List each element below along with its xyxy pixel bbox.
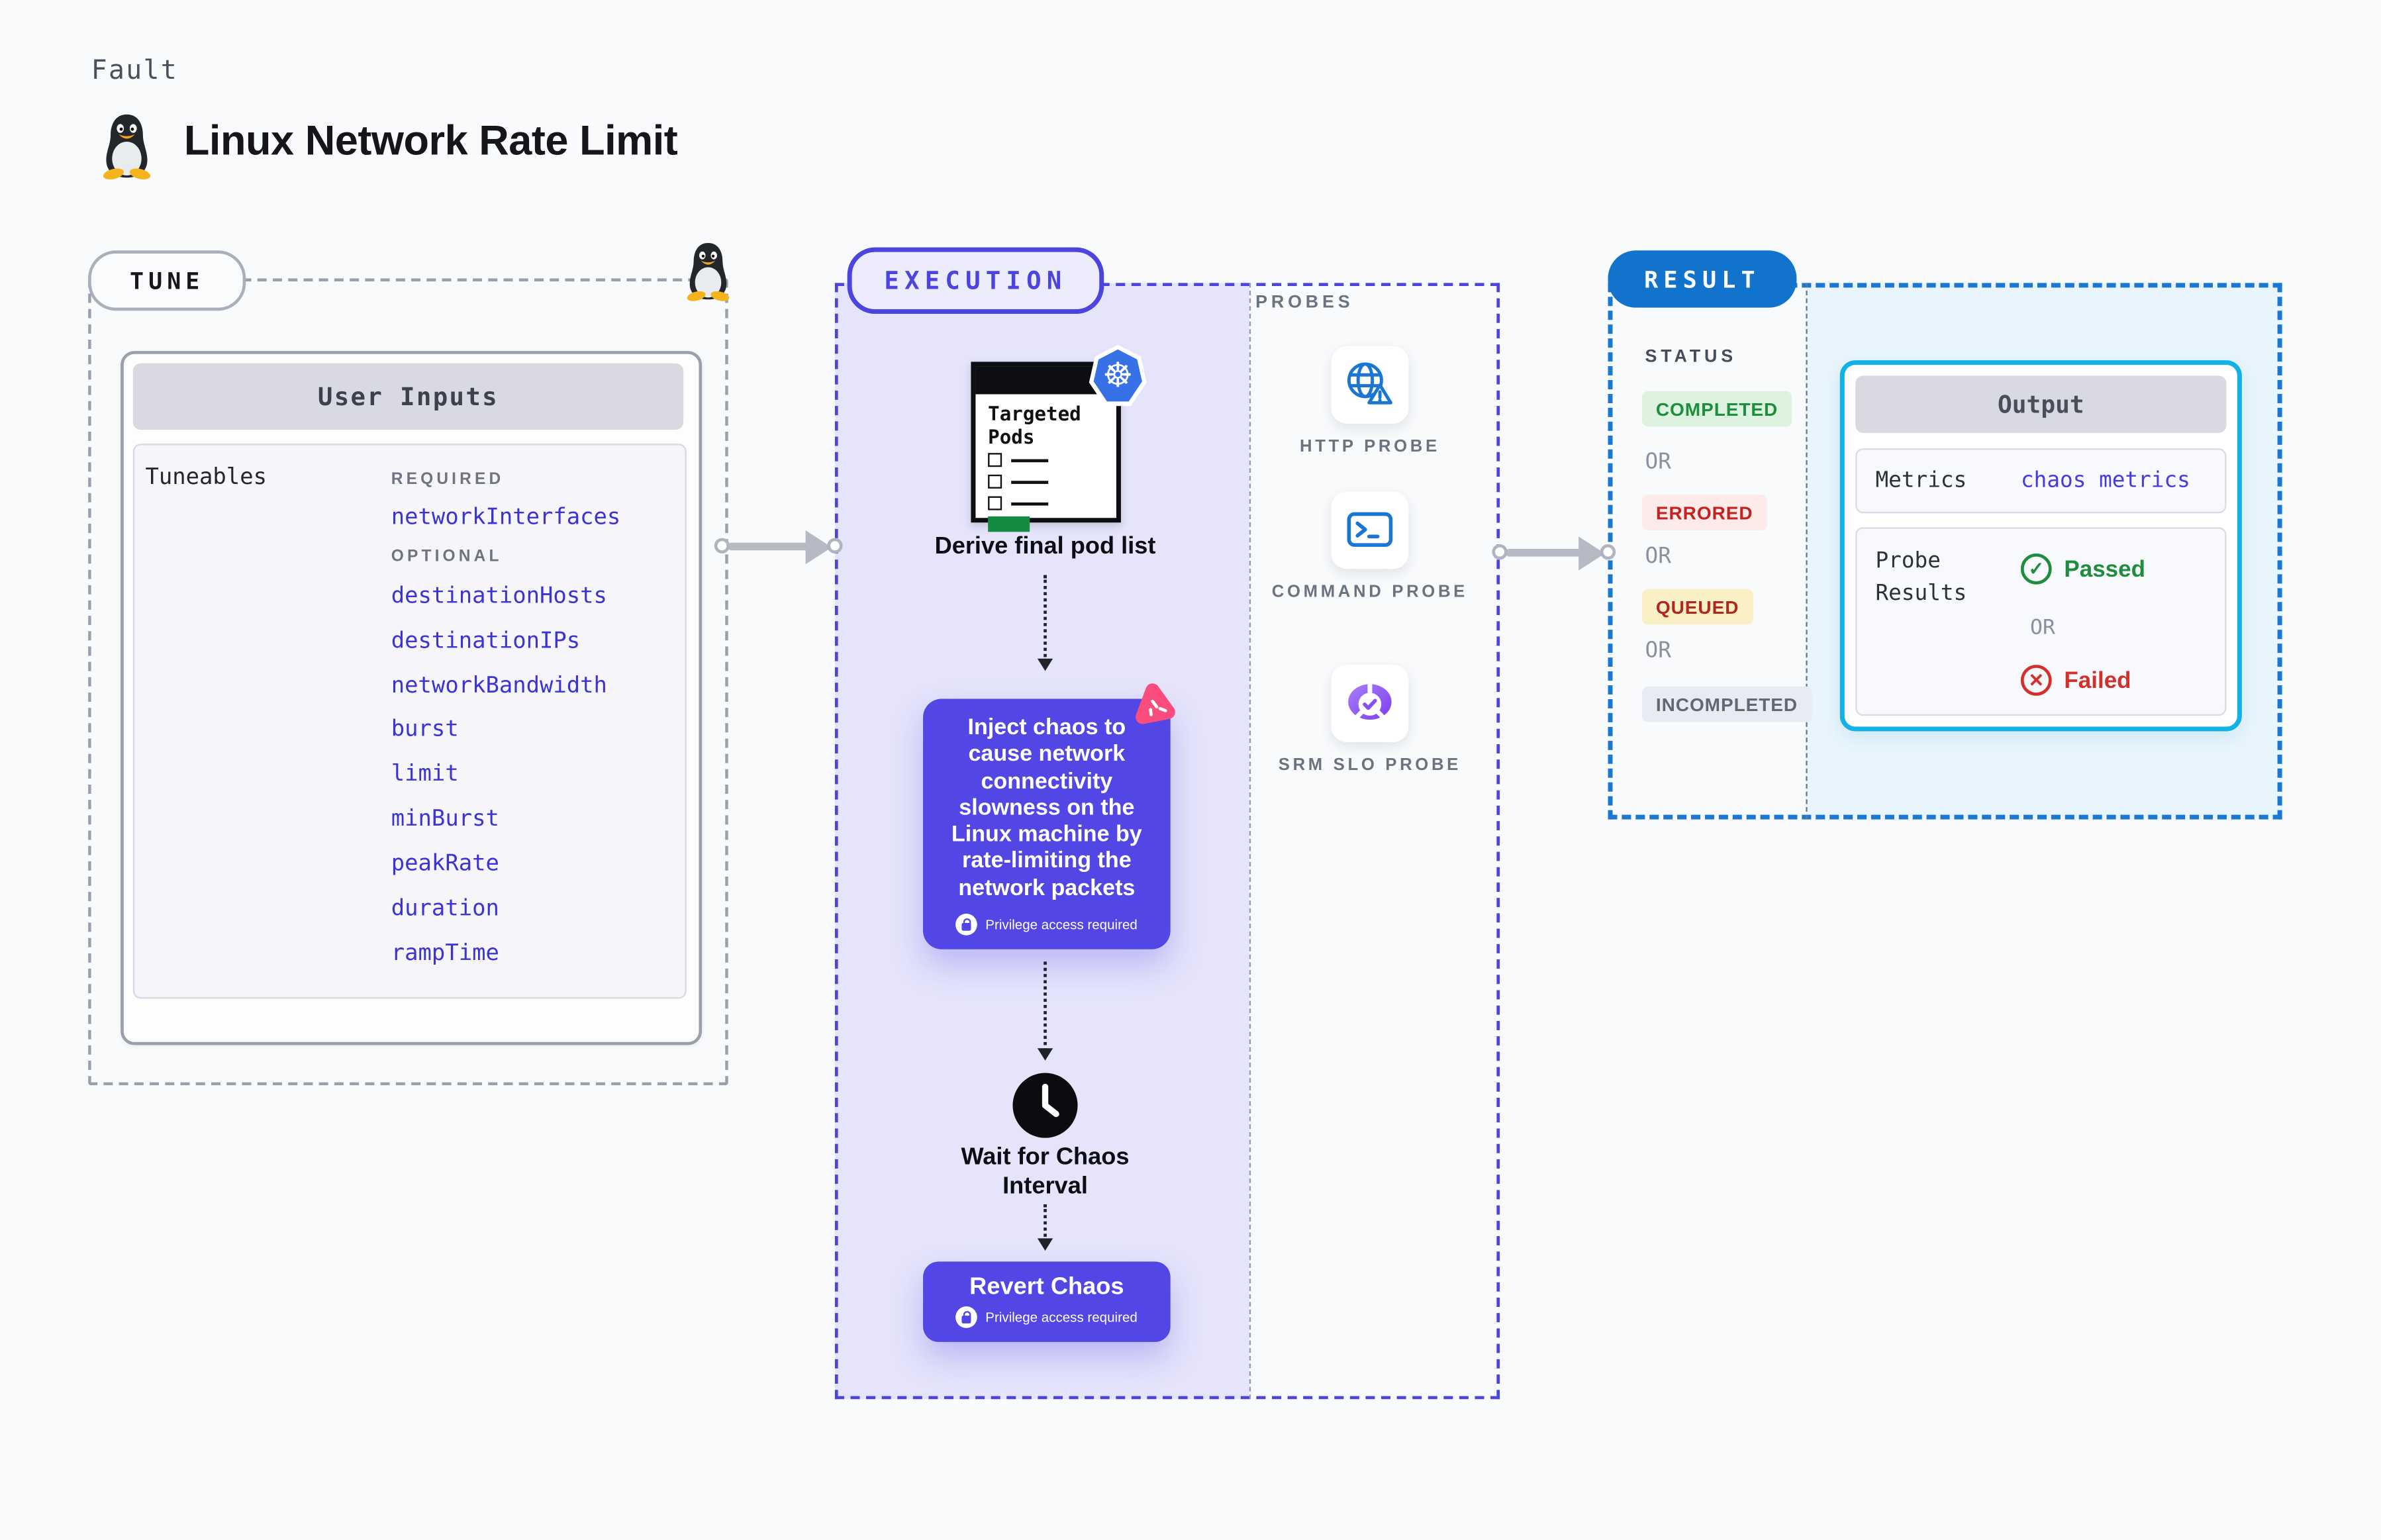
probe-results-row: Probe Results ✓ Passed OR ✕ Failed <box>1855 527 2227 716</box>
tuneable-link[interactable]: rampTime <box>391 941 499 966</box>
x-circle-icon: ✕ <box>2020 665 2052 696</box>
tuneable-link[interactable]: duration <box>391 896 499 921</box>
status-badge-completed: COMPLETED <box>1641 391 1792 427</box>
tuneable-link[interactable]: minBurst <box>391 807 499 832</box>
srm-slo-probe-card[interactable] <box>1331 665 1409 742</box>
tuneable-link[interactable]: peakRate <box>391 852 499 877</box>
lock-icon <box>955 913 978 936</box>
wait-for-chaos-label: Wait for Chaos Interval <box>961 1143 1130 1200</box>
tuneable-link[interactable]: limit <box>391 762 459 787</box>
tune-pill: TUNE <box>88 250 246 311</box>
status-label: STATUS <box>1645 348 1737 367</box>
revert-chaos-text: Revert Chaos <box>969 1274 1124 1301</box>
flow-arrow-down <box>1037 575 1053 671</box>
diagram-canvas: Fault Linux Network Rate Limit TUNE User… <box>0 0 2381 1540</box>
tuneable-link[interactable]: networkInterfaces <box>391 506 621 530</box>
metrics-label: Metrics <box>1875 468 1967 493</box>
status-output-divider <box>1806 283 1808 820</box>
probes-label: PROBES <box>1255 293 1354 313</box>
check-circle-icon: ✓ <box>2020 553 2052 585</box>
probe-results-label: Probe Results <box>1875 548 1967 606</box>
privilege-note: Privilege access required <box>955 1306 1138 1328</box>
clock-icon <box>1012 1073 1078 1138</box>
page-title: Linux Network Rate Limit <box>183 117 678 164</box>
or-label: OR <box>1645 638 1671 663</box>
status-badge-errored: ERRORED <box>1641 495 1767 530</box>
globe-warning-icon <box>1347 362 1392 405</box>
terminal-icon <box>1347 512 1393 547</box>
lock-icon <box>955 1306 978 1328</box>
tuneables-label: Tuneables <box>145 465 267 491</box>
metrics-row: Metrics chaos metrics <box>1855 448 2227 514</box>
inject-chaos-text: Inject chaos to cause network connectivi… <box>951 716 1142 901</box>
user-inputs-header: User Inputs <box>132 363 684 430</box>
or-label: OR <box>1645 544 1671 569</box>
flow-arrow-down <box>1037 961 1053 1061</box>
or-label: OR <box>2029 615 2055 640</box>
flow-arrow-down <box>1037 1204 1053 1251</box>
tuneable-link[interactable]: destinationIPs <box>391 629 580 653</box>
tuneable-link[interactable]: networkBandwidth <box>391 674 607 698</box>
privilege-note: Privilege access required <box>955 913 1138 936</box>
tuneable-link[interactable]: burst <box>391 717 459 742</box>
status-badge-incompleted: INCOMPLETED <box>1641 686 1812 722</box>
revert-chaos-node[interactable]: Revert Chaos Privilege access required <box>923 1261 1171 1342</box>
output-header: Output <box>1855 375 2227 433</box>
status-badge-queued: QUEUED <box>1641 589 1753 625</box>
execution-probes-divider <box>1249 283 1251 1400</box>
required-label: REQUIRED <box>391 469 505 489</box>
fault-kicker: Fault <box>91 56 178 87</box>
passed-result: ✓ Passed <box>2020 553 2145 585</box>
progress-bar <box>988 516 1030 532</box>
tuneable-link[interactable]: destinationHosts <box>391 585 607 609</box>
execution-pill: EXECUTION <box>847 247 1104 314</box>
targeted-pods-title: Targeted Pods <box>988 402 1081 449</box>
http-probe-card[interactable] <box>1331 346 1409 424</box>
chaos-logo-icon <box>1136 683 1175 724</box>
slo-gauge-icon <box>1348 682 1392 721</box>
command-probe-label: COMMAND PROBE <box>1271 583 1468 602</box>
command-probe-card[interactable] <box>1331 491 1409 569</box>
tune-to-execution-arrow <box>714 527 843 564</box>
http-probe-label: HTTP PROBE <box>1299 437 1440 456</box>
inject-chaos-node[interactable]: Inject chaos to cause network connectivi… <box>923 698 1171 949</box>
kubernetes-icon: ☸ <box>1089 344 1147 407</box>
derive-pod-list-label: Derive final pod list <box>934 533 1156 560</box>
metrics-value-link[interactable]: chaos metrics <box>2021 469 2190 493</box>
optional-label: OPTIONAL <box>391 547 503 566</box>
srm-slo-probe-label: SRM SLO PROBE <box>1278 755 1461 775</box>
linux-tux-icon-small <box>687 242 730 301</box>
linux-tux-icon <box>103 114 151 179</box>
or-label: OR <box>1645 450 1671 475</box>
failed-result: ✕ Failed <box>2020 665 2131 696</box>
probes-to-result-arrow <box>1492 534 1616 571</box>
result-pill: RESULT <box>1608 250 1797 308</box>
